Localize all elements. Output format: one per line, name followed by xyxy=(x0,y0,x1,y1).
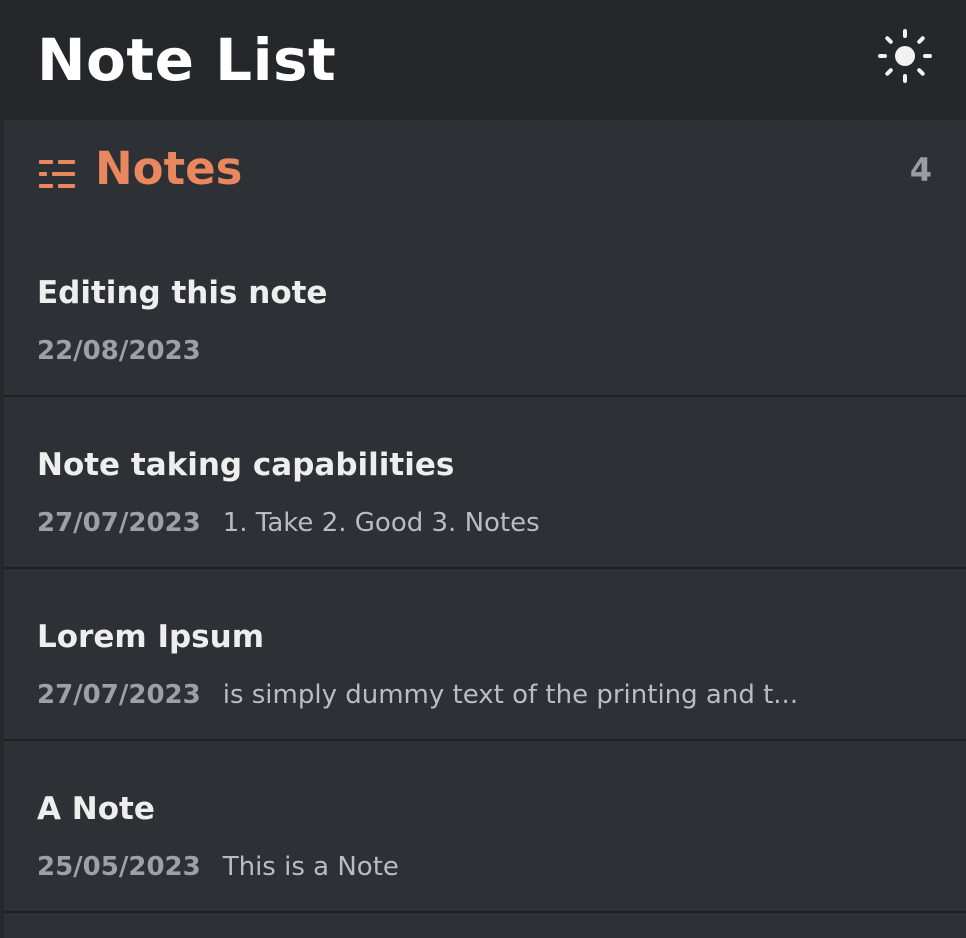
note-title: A Note xyxy=(37,791,155,827)
note-item[interactable]: A Note 25/05/2023 This is a Note xyxy=(4,741,966,913)
note-meta: 27/07/2023 is simply dummy text of the pr… xyxy=(37,677,798,713)
note-title: Lorem Ipsum xyxy=(37,619,265,655)
app-window: Note List Notes 4 Editing this note 22/0… xyxy=(0,0,966,938)
note-item[interactable]: Editing this note 22/08/2023 xyxy=(4,225,966,397)
note-item[interactable]: Note taking capabilities 27/07/2023 1. Ta… xyxy=(4,397,966,569)
note-list: Editing this note 22/08/2023 Note taking… xyxy=(4,225,966,913)
notes-section-header: Notes 4 xyxy=(4,120,966,230)
note-count-badge: 4 xyxy=(909,151,932,189)
note-meta: 27/07/2023 1. Take 2. Good 3. Notes xyxy=(37,505,540,541)
note-preview: is simply dummy text of the printing and… xyxy=(222,680,799,710)
app-title: Note List xyxy=(37,26,337,94)
note-meta: 25/05/2023 This is a Note xyxy=(37,849,399,885)
sun-icon xyxy=(878,29,932,83)
note-title: Editing this note xyxy=(37,275,328,311)
note-meta: 22/08/2023 xyxy=(37,333,201,369)
note-date: 27/07/2023 xyxy=(37,680,201,710)
note-item[interactable]: Lorem Ipsum 27/07/2023 is simply dummy te… xyxy=(4,569,966,741)
top-bar: Note List xyxy=(4,0,966,120)
theme-toggle-button[interactable] xyxy=(876,27,934,85)
note-date: 27/07/2023 xyxy=(37,508,201,538)
note-preview: 1. Take 2. Good 3. Notes xyxy=(222,508,540,538)
note-date: 22/08/2023 xyxy=(37,336,201,366)
note-preview: This is a Note xyxy=(222,852,399,882)
note-date: 25/05/2023 xyxy=(37,852,201,882)
list-icon xyxy=(39,160,75,188)
section-title: Notes xyxy=(95,142,243,195)
note-title: Note taking capabilities xyxy=(37,447,455,483)
